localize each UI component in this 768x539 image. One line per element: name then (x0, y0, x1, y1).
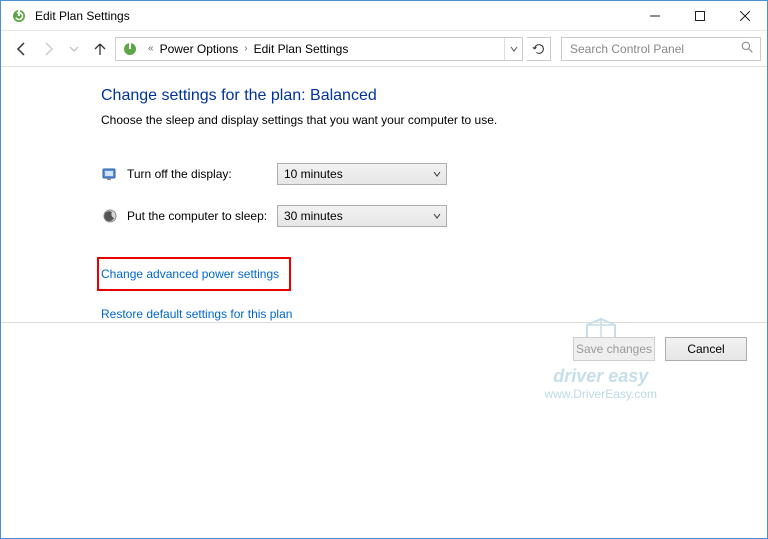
maximize-button[interactable] (677, 1, 722, 31)
save-changes-button: Save changes (573, 337, 655, 361)
display-timeout-dropdown[interactable]: 10 minutes (277, 163, 447, 185)
display-timeout-label: Turn off the display: (127, 167, 277, 181)
chevron-down-icon (428, 164, 446, 184)
advanced-power-settings-link[interactable]: Change advanced power settings (101, 267, 279, 281)
sleep-timeout-dropdown[interactable]: 30 minutes (277, 205, 447, 227)
sleep-timeout-row: Put the computer to sleep: 30 minutes (101, 205, 767, 227)
display-timeout-row: Turn off the display: 10 minutes (101, 163, 767, 185)
links-block: Change advanced power settings Restore d… (101, 257, 767, 321)
up-button[interactable] (89, 38, 111, 60)
cancel-button[interactable]: Cancel (665, 337, 747, 361)
titlebar: Edit Plan Settings (1, 1, 767, 31)
recent-locations-button[interactable] (63, 38, 85, 60)
refresh-button[interactable] (527, 37, 551, 61)
breadcrumb[interactable]: « Power Options › Edit Plan Settings (115, 37, 523, 61)
watermark-text-2: www.DriverEasy.com (545, 387, 657, 401)
chevron-right-icon: › (240, 43, 251, 54)
power-options-icon (120, 39, 140, 59)
sleep-timeout-value: 30 minutes (284, 209, 343, 223)
content-area: Change settings for the plan: Balanced C… (1, 67, 767, 538)
power-options-icon (9, 6, 29, 26)
forward-button[interactable] (37, 38, 59, 60)
minimize-button[interactable] (632, 1, 677, 31)
breadcrumb-power-options[interactable]: Power Options (158, 42, 241, 56)
breadcrumb-prefix: « (144, 43, 158, 54)
page-subtext: Choose the sleep and display settings th… (101, 113, 767, 127)
window-title: Edit Plan Settings (35, 9, 130, 23)
search-icon (741, 41, 754, 57)
page-heading: Change settings for the plan: Balanced (101, 87, 767, 105)
restore-defaults-link[interactable]: Restore default settings for this plan (101, 307, 292, 321)
display-timeout-value: 10 minutes (284, 167, 343, 181)
address-bar: « Power Options › Edit Plan Settings (1, 31, 767, 67)
window-frame: Edit Plan Settings (0, 0, 768, 539)
address-dropdown-button[interactable] (504, 38, 522, 60)
watermark-text-1: driver easy (545, 366, 657, 387)
close-button[interactable] (722, 1, 767, 31)
sleep-timeout-label: Put the computer to sleep: (127, 209, 277, 223)
chevron-down-icon (428, 206, 446, 226)
highlight-box: Change advanced power settings (97, 257, 291, 291)
back-button[interactable] (11, 38, 33, 60)
search-box[interactable] (561, 37, 761, 61)
breadcrumb-edit-plan[interactable]: Edit Plan Settings (252, 42, 351, 56)
footer: Save changes Cancel (1, 322, 767, 361)
search-input[interactable] (568, 41, 741, 57)
sleep-icon (101, 207, 119, 225)
display-icon (101, 165, 119, 183)
